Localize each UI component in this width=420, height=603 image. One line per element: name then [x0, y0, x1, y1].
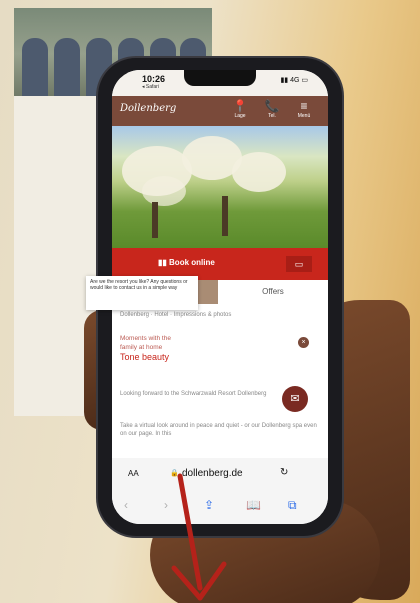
red-arrow-annotation [171, 473, 227, 601]
photo-background: 10:26 ◂ Safari ▮▮ 4G ▭ Dollenberg 📍 Lage… [0, 0, 420, 603]
